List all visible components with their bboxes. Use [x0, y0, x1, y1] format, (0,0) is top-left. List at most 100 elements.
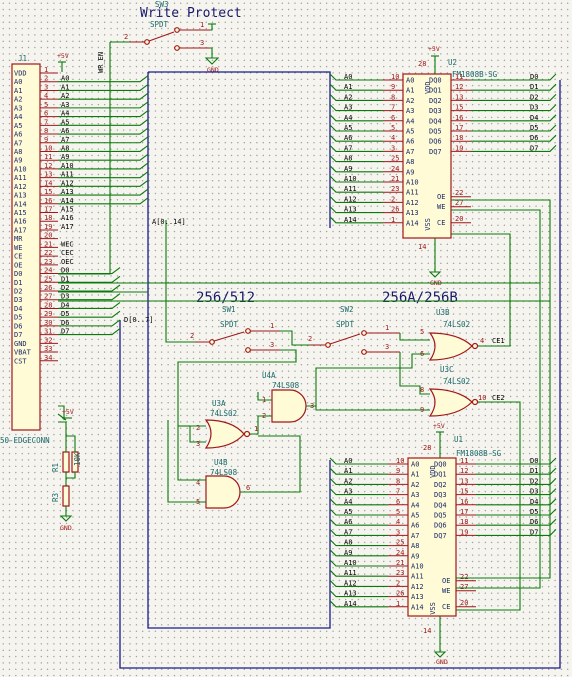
svg-text:SW3: SW3 [155, 0, 169, 9]
u1-pin-number: 13 [460, 477, 468, 485]
u2-fram-chip: U2 FM1808B-SG A010A0A19A1A28A2A37A3A46A4… [329, 58, 557, 251]
u1-data-wire [476, 457, 557, 465]
svg-text:5: 5 [420, 328, 424, 336]
svg-text:3: 3 [385, 343, 389, 351]
u2-pin-label: DQ6 [429, 138, 442, 146]
u2-pin-number: 22 [455, 189, 463, 197]
u1-pin-label: DQ2 [434, 481, 447, 489]
u3b-nor-gate: U3B 74LS02 5 6 4 CE1 [420, 308, 505, 361]
u1-addr-wire [329, 518, 388, 526]
u2-pin-number: 14 [418, 243, 426, 251]
svg-text:SW2: SW2 [340, 305, 354, 314]
u1-pin-label: A14 [411, 603, 424, 611]
u1-addr-wire [329, 580, 388, 587]
u1-pin-number: 3 [396, 528, 400, 536]
u1-pin-number: 9 [396, 467, 400, 475]
j1-pin-label: A7 [14, 139, 22, 147]
j1-pin-number: 16 [44, 197, 52, 205]
u2-addr-wire [329, 114, 383, 122]
u2-pin-label: A7 [406, 148, 414, 156]
u1-pin-number: 18 [460, 518, 468, 526]
j1-pin-number: 21 [44, 240, 52, 248]
edge-ctrl-label: WEC [61, 240, 74, 248]
u1-data-wire [476, 529, 557, 536]
u2-addr-net: A7 [344, 144, 352, 152]
bus-a-label: A[0..14] [152, 218, 186, 226]
edge-addr-wire [58, 84, 149, 91]
u1-vss-label: VSS [429, 602, 437, 615]
svg-text:CE1: CE1 [492, 337, 505, 345]
u2-pin-number: 23 [391, 185, 399, 193]
svg-text:U1: U1 [454, 435, 463, 444]
j1-pin-label: A16 [14, 218, 27, 226]
u1-addr-net: A7 [344, 528, 352, 536]
u2-pin-number: 28 [418, 60, 426, 68]
u1-pin-label: A9 [411, 552, 419, 560]
u2-pin-number: 11 [455, 73, 463, 81]
u2-pin-number: 9 [391, 83, 395, 91]
svg-text:R1: R1 [51, 463, 60, 472]
svg-text:74LS08: 74LS08 [272, 381, 300, 390]
u1-pin-label: A13 [411, 593, 424, 601]
u2-pin-number: 8 [391, 93, 395, 101]
j1-pin-label: A4 [14, 113, 22, 121]
j1-pin-number: 25 [44, 275, 52, 283]
u1-data-net: D6 [530, 518, 538, 526]
u2-pin-label: A11 [406, 189, 419, 197]
u1-pin-label: A12 [411, 583, 424, 591]
j1-vcc-symbol: +5V [57, 52, 69, 72]
u1-pin-label: A6 [411, 522, 419, 530]
u2-pin-label: A0 [406, 77, 414, 85]
u1-pin-number: 5 [396, 508, 400, 516]
u2-pin-number: 15 [455, 104, 463, 112]
u2-pin-number: 17 [455, 124, 463, 132]
svg-text:SPDT: SPDT [220, 320, 239, 329]
j1-pin-label: CST [14, 357, 27, 365]
u2-pin-number: 18 [455, 134, 463, 142]
u1-pin-number: 20 [460, 599, 468, 607]
u1-data-net: D5 [530, 508, 538, 516]
u1-addr-net: A13 [344, 590, 357, 598]
u1-pin-label: DQ5 [434, 512, 447, 520]
u2-addr-wire [329, 83, 383, 91]
u2-data-wire [471, 124, 557, 132]
svg-text:10K: 10K [73, 452, 82, 466]
u1-addr-wire [329, 478, 388, 485]
u2-pin-number: 7 [391, 104, 395, 112]
u1-addr-net: A10 [344, 559, 357, 567]
edge-net-label: A15 [61, 206, 74, 214]
u1-pin-number: 24 [396, 549, 404, 557]
u1-pin-number: 14 [423, 627, 431, 635]
u2-ground-symbol: GND [428, 238, 442, 287]
svg-text:3: 3 [270, 341, 274, 349]
j1-pin-label: A12 [14, 183, 27, 191]
u1-addr-wire [329, 467, 388, 475]
j1-pin-label: A2 [14, 96, 22, 104]
u2-addr-wire [329, 134, 383, 142]
u1-pin-label: A10 [411, 563, 424, 571]
u1-pin-number: 17 [460, 508, 468, 516]
j1-pin-number: 12 [44, 162, 52, 170]
u2-pin-label: OE [437, 193, 445, 201]
j1-pin-number: 32 [44, 336, 52, 344]
u2-data-wire [471, 134, 557, 142]
u1-pin-label: DQ6 [434, 522, 447, 530]
u1-pin-label: A11 [411, 573, 424, 581]
u2-addr-net: A11 [344, 185, 357, 193]
j1-pin-label: D6 [14, 322, 22, 330]
j1-pin-number: 24 [44, 267, 52, 275]
u2-pin-label: DQ7 [429, 148, 442, 156]
j1-pin-number: 17 [44, 206, 52, 214]
j1-pin-label: D2 [14, 288, 22, 296]
svg-text:CE2: CE2 [492, 394, 505, 402]
j1-pin-number: 31 [44, 328, 52, 336]
u2-vcc-symbol: +5V [428, 45, 440, 74]
svg-text:8: 8 [420, 386, 424, 394]
svg-text:R3: R3 [51, 493, 60, 502]
u1-addr-net: A6 [344, 518, 352, 526]
svg-text:50-EDGECONN: 50-EDGECONN [0, 436, 50, 445]
u1-pin-label: A4 [411, 501, 419, 509]
j1-pin-number: 7 [44, 118, 48, 126]
svg-text:U2: U2 [448, 58, 457, 67]
u2-addr-net: A9 [344, 165, 352, 173]
